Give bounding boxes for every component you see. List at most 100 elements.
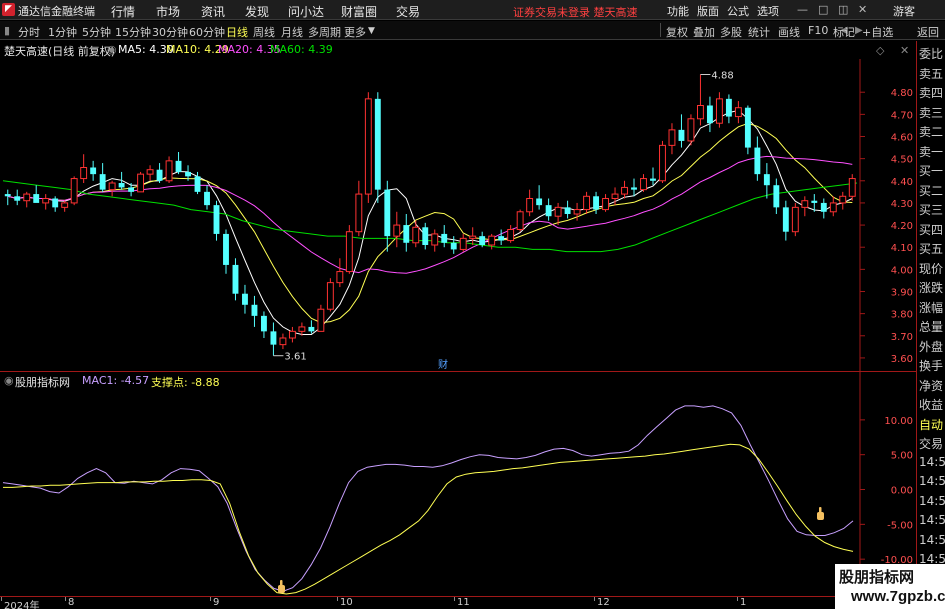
pointer-hand-finger <box>280 580 283 586</box>
quote-sidebar: 委比 卖五 卖四 卖三 卖二 卖一 买一 买二 买三 买四 买五 现价 涨跌 涨幅 总量 外盘 换手 净资 收益 自动… <box>918 41 945 609</box>
period-tab-15min[interactable]: 15分钟 <box>115 24 151 40</box>
candlestick <box>744 105 751 155</box>
more-dropdown-icon[interactable]: ▼ <box>368 26 375 36</box>
period-tab-multi[interactable]: 多周期 <box>308 24 341 40</box>
period-tab-more[interactable]: 更多 <box>344 24 366 40</box>
candlestick <box>848 174 856 201</box>
candlestick <box>715 92 723 128</box>
candlestick <box>308 320 315 334</box>
button-draw[interactable]: 画线 <box>778 24 800 40</box>
candlestick <box>326 278 334 312</box>
candlestick <box>213 200 220 241</box>
period-tab-weekly[interactable]: 周线 <box>253 24 275 40</box>
menu-item-wealth[interactable]: 财富圈 <box>341 3 377 20</box>
price-chart-panel[interactable]: 4.80 4.70 4.60 4.50 4.40 4.30 4.20 4.10 4.00 3.90… <box>0 41 917 371</box>
candle-body <box>185 171 191 177</box>
quote-row-label: 卖四 <box>919 86 944 100</box>
candlestick <box>459 233 467 252</box>
button-multi-stock[interactable]: 多股 <box>720 24 742 40</box>
candlestick <box>498 229 505 245</box>
menu-item-assistant[interactable]: 问小达 <box>288 3 324 20</box>
period-tab-daily[interactable]: 日线 <box>226 24 248 40</box>
price-axis-label: 3.70 <box>891 332 913 343</box>
candle-body <box>298 326 306 332</box>
period-tab-timeshare[interactable]: 分时 <box>18 24 40 40</box>
support-label: 支撑点: -8.88 <box>151 376 220 389</box>
period-tab-5min[interactable]: 5分钟 <box>82 24 111 40</box>
quote-row-label: 净资 <box>919 378 944 393</box>
watermark-title: 股朋指标网 <box>839 568 915 586</box>
guest-user[interactable]: 游客 <box>893 3 915 19</box>
indicator-axis-label: 5.00 <box>891 451 913 462</box>
indicator-panel[interactable]: 10.00 5.00 0.00 -5.00 -10.00 ◉ 股朋指标网 MAC1: -… <box>0 372 917 596</box>
candle-body <box>479 236 486 245</box>
login-notice[interactable]: 证券交易未登录 楚天高速 <box>513 4 638 20</box>
panel-expand-icon[interactable]: ◇ <box>876 44 884 57</box>
menu-item-function[interactable]: 功能 <box>667 3 689 19</box>
button-mark[interactable]: 标记 <box>833 24 855 40</box>
menu-item-news[interactable]: 资讯 <box>201 3 225 20</box>
candlestick <box>564 200 571 219</box>
ma-settings-icon[interactable]: ◉ <box>107 43 117 56</box>
toolbar-toggle-icon[interactable]: ▮ <box>4 24 10 37</box>
quote-row-label: 卖五 <box>919 66 944 81</box>
indicator-settings-icon[interactable]: ◉ <box>4 374 14 387</box>
candlestick <box>754 136 761 181</box>
button-overlay[interactable]: 叠加 <box>693 24 715 40</box>
button-back[interactable]: 返回 <box>917 24 939 40</box>
menu-item-market[interactable]: 行情 <box>111 3 135 20</box>
menu-item-formula[interactable]: 公式 <box>727 3 749 19</box>
candle-body <box>516 211 524 231</box>
toolbar-separator <box>660 23 661 37</box>
menu-item-markets[interactable]: 市场 <box>156 3 180 20</box>
quote-row-label: 买五 <box>919 242 944 256</box>
candle-body <box>706 105 713 124</box>
candlestick <box>516 209 524 232</box>
button-stats[interactable]: 统计 <box>748 24 770 40</box>
candlestick <box>108 180 116 197</box>
quote-row-label: 14:56 <box>919 454 945 469</box>
close-icon[interactable]: ✕ <box>858 3 867 16</box>
period-tab-monthly[interactable]: 月线 <box>281 24 303 40</box>
button-adjust[interactable]: 复权 <box>666 24 688 40</box>
candle-body <box>754 147 761 175</box>
candlestick <box>621 180 628 199</box>
quote-row-label: 买四 <box>919 222 944 237</box>
quote-row-label: 买二 <box>919 183 944 198</box>
candle-body <box>498 236 505 241</box>
candlestick <box>14 189 21 206</box>
date-axis-tick <box>1 597 2 601</box>
menu-item-options[interactable]: 选项 <box>757 3 779 19</box>
restore-icon[interactable]: ◫ <box>838 3 848 16</box>
quote-row-label: 外盘 <box>919 339 944 354</box>
candle-body <box>52 198 59 208</box>
period-tab-60min[interactable]: 60分钟 <box>189 24 225 40</box>
date-axis-tick <box>65 597 66 601</box>
candle-body <box>450 242 457 250</box>
minimize-icon[interactable]: — <box>797 3 808 16</box>
indicator-title[interactable]: 股朋指标网 <box>15 374 70 390</box>
candle-body <box>611 193 619 199</box>
finance-marker: 财 <box>438 358 448 371</box>
candle-body <box>355 193 363 233</box>
candlestick <box>431 229 439 252</box>
candlestick <box>374 92 381 203</box>
button-f10[interactable]: F10 <box>808 24 828 37</box>
price-chart-svg[interactable]: 4.80 4.70 4.60 4.50 4.40 4.30 4.20 4.10 4.00 3.90… <box>0 41 917 371</box>
date-axis-label: 8 <box>68 597 75 608</box>
period-tab-1min[interactable]: 1分钟 <box>48 24 77 40</box>
candlestick <box>223 229 229 274</box>
indicator-chart-svg[interactable]: 10.005.000.00-5.00-10.00 <box>0 372 917 596</box>
period-tab-30min[interactable]: 30分钟 <box>152 24 188 40</box>
maximize-icon[interactable]: □ <box>818 3 828 16</box>
candle-body <box>42 198 50 204</box>
candle-body <box>631 187 637 190</box>
panel-close-icon[interactable]: ✕ <box>900 44 909 57</box>
menu-item-discover[interactable]: 发现 <box>245 3 269 20</box>
low-price-label: 3.61 <box>284 352 306 363</box>
menu-item-trade[interactable]: 交易 <box>396 3 420 20</box>
button-add-watchlist[interactable]: +自选 <box>862 24 893 40</box>
menu-item-layout[interactable]: 版面 <box>697 3 719 19</box>
candlestick <box>412 220 420 248</box>
candle-body <box>279 337 287 346</box>
